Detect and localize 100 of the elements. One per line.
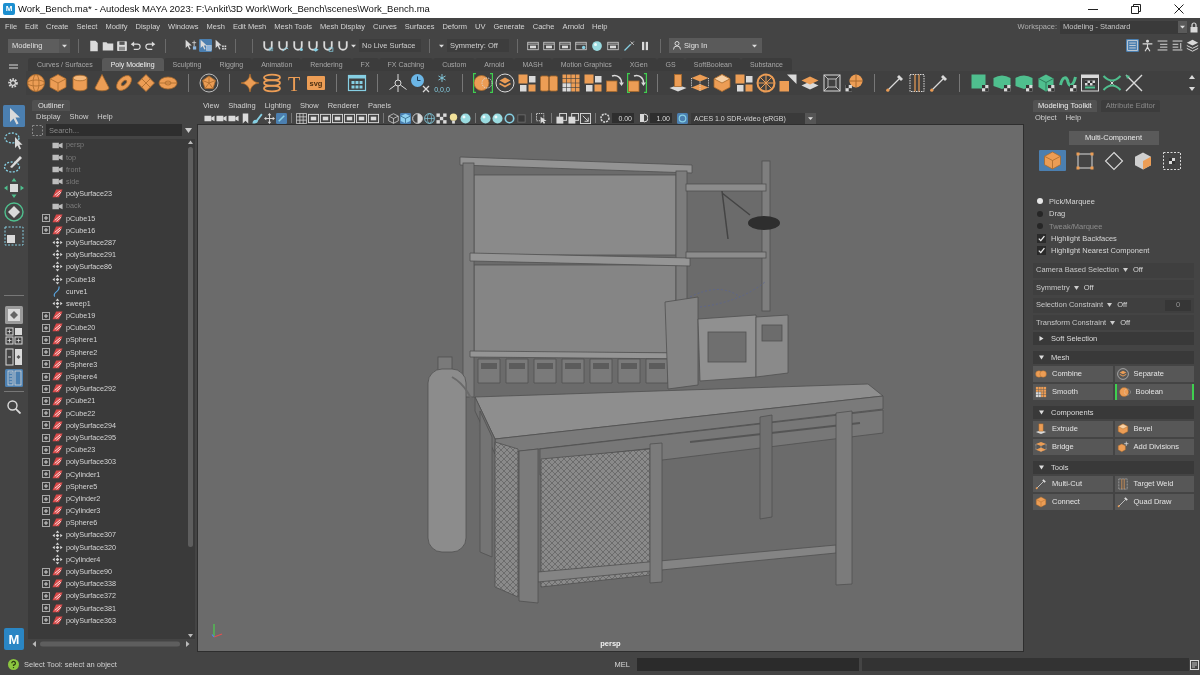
expand-icon[interactable] <box>42 482 50 491</box>
cube-icon[interactable] <box>48 73 68 93</box>
boxes-icon[interactable] <box>539 73 559 93</box>
circle-cut-icon[interactable] <box>1118 386 1131 398</box>
wand-icon[interactable] <box>623 39 635 52</box>
expand-icon[interactable] <box>42 616 50 625</box>
grid-icon[interactable] <box>561 73 581 93</box>
expand-icon[interactable] <box>42 384 50 393</box>
uv-shell-icon[interactable] <box>1014 73 1034 93</box>
checkbox[interactable] <box>1037 246 1046 255</box>
pen-icon[interactable] <box>1116 496 1129 508</box>
sphere-icon[interactable] <box>492 112 503 124</box>
expand-icon[interactable] <box>42 579 50 588</box>
sphere-icon[interactable] <box>26 73 46 93</box>
caret-icon[interactable] <box>1110 320 1116 325</box>
frame-icon[interactable] <box>822 73 842 93</box>
uv-square-icon[interactable] <box>970 73 990 93</box>
frame-icon[interactable] <box>344 112 355 124</box>
expand-icon[interactable] <box>42 494 50 503</box>
stacked-layers-icon[interactable] <box>1186 39 1199 52</box>
half-sphere-icon[interactable] <box>412 112 423 124</box>
command-field[interactable] <box>637 658 859 671</box>
pen-icon[interactable] <box>929 73 949 93</box>
undo-icon[interactable] <box>130 39 142 52</box>
pen-icon[interactable] <box>885 73 905 93</box>
expand-icon[interactable] <box>42 445 50 454</box>
expand-icon[interactable] <box>42 360 50 369</box>
expand-icon[interactable] <box>42 397 50 406</box>
expand-icon[interactable] <box>42 214 50 223</box>
box-arrows-icon[interactable] <box>605 73 625 93</box>
face-cube-icon[interactable] <box>1133 150 1153 171</box>
dotted-ring-icon[interactable] <box>600 113 610 123</box>
sphere-icon[interactable] <box>460 112 471 124</box>
overlapping-squares-icon[interactable] <box>568 112 579 124</box>
magnet-icon[interactable] <box>337 39 349 52</box>
magnet-curve-icon[interactable] <box>277 39 289 52</box>
light-bulb-icon[interactable] <box>448 112 459 124</box>
grid-icon[interactable] <box>296 112 307 124</box>
uv-frame-icon[interactable] <box>1162 150 1182 171</box>
torus-icon[interactable] <box>114 73 134 93</box>
scrollbar[interactable] <box>31 640 191 648</box>
ring-icon[interactable] <box>677 112 688 124</box>
squares-icon[interactable] <box>517 73 537 93</box>
expand-icon[interactable] <box>42 470 50 479</box>
expand-icon[interactable] <box>42 421 50 430</box>
paint-select-icon[interactable] <box>3 153 25 175</box>
frame-icon[interactable] <box>332 112 343 124</box>
document-icon[interactable] <box>1190 659 1199 670</box>
overlapping-squares-icon[interactable] <box>556 112 567 124</box>
radio-button[interactable] <box>1037 210 1043 217</box>
pen-icon[interactable] <box>1035 478 1047 490</box>
layers-icon[interactable] <box>495 73 515 93</box>
select-all-icon[interactable] <box>32 124 43 136</box>
expand-icon[interactable] <box>42 409 50 418</box>
triangle-icon[interactable] <box>1039 336 1044 341</box>
caret-icon[interactable] <box>185 127 192 133</box>
extrude-icon[interactable] <box>668 73 688 93</box>
pause-icon[interactable] <box>639 39 651 52</box>
two-view-icon[interactable] <box>5 348 23 366</box>
wheel-icon[interactable] <box>756 73 776 93</box>
diamond-icon[interactable] <box>136 73 156 93</box>
expand-icon[interactable] <box>42 226 50 235</box>
brush-icon[interactable] <box>252 112 263 124</box>
half-filled-circle-icon[interactable] <box>638 113 648 123</box>
search-icon[interactable] <box>7 400 21 414</box>
shaded-cube-icon[interactable] <box>400 112 411 124</box>
pan-arrows-icon[interactable] <box>264 112 275 124</box>
select-object-icon[interactable] <box>199 39 212 52</box>
clock-icon[interactable] <box>410 73 430 93</box>
wireframe-cube-icon[interactable] <box>388 112 399 124</box>
film-frame-icon[interactable] <box>575 39 587 52</box>
expand-icon[interactable] <box>42 323 50 332</box>
app-logo[interactable]: M <box>4 628 24 650</box>
triangle-icon[interactable] <box>1039 355 1044 360</box>
sphere-icon[interactable] <box>591 39 603 52</box>
redo-icon[interactable] <box>144 39 156 52</box>
caret-icon[interactable] <box>1073 285 1079 290</box>
radio-button[interactable] <box>1037 198 1043 205</box>
scale-icon[interactable] <box>3 225 25 247</box>
triangle-icon[interactable] <box>1039 410 1044 415</box>
new-file-icon[interactable] <box>88 39 100 52</box>
diamond-outline-icon[interactable] <box>1104 150 1124 171</box>
cone-icon[interactable] <box>92 73 112 93</box>
cube-icon[interactable] <box>712 73 732 93</box>
single-view-icon[interactable] <box>5 306 23 324</box>
expand-icon[interactable] <box>42 348 50 357</box>
polyhedron-icon[interactable] <box>199 73 219 93</box>
expand-icon[interactable] <box>42 518 50 527</box>
gear-icon[interactable] <box>8 77 18 88</box>
checkbox[interactable] <box>1037 234 1046 243</box>
crossed-blades-icon[interactable] <box>1124 73 1144 93</box>
extrude-icon[interactable] <box>1035 423 1047 435</box>
frame-icon[interactable] <box>308 112 319 124</box>
checker-icon[interactable] <box>436 112 447 124</box>
vertex-square-icon[interactable] <box>1075 150 1095 171</box>
expand-icon[interactable] <box>42 457 50 466</box>
film-frame-icon[interactable] <box>527 39 539 52</box>
spring-icon[interactable] <box>262 73 282 93</box>
uv-checker-icon[interactable] <box>1080 73 1100 93</box>
grid-sphere-icon[interactable] <box>844 73 864 93</box>
